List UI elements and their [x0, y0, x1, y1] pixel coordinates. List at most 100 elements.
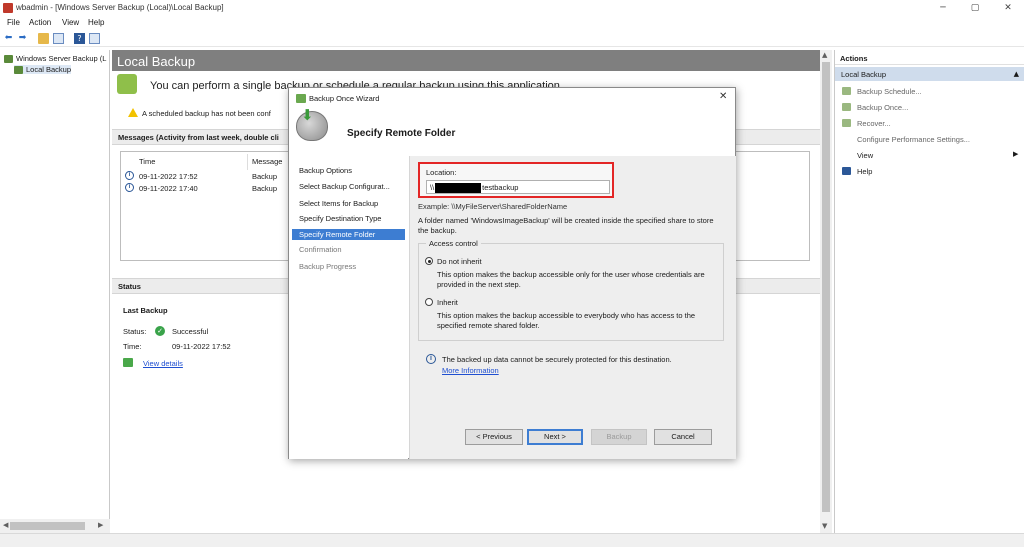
console-tree-icon[interactable] [53, 33, 64, 44]
page-title: Local Backup [112, 50, 820, 71]
tree-hscroll-thumb[interactable] [10, 522, 85, 530]
menu-bar: File Action View Help [0, 16, 1024, 30]
actions-pane: Actions Local Backup ▲ Backup Schedule..… [834, 50, 1024, 533]
info-icon: i [125, 170, 134, 180]
backup-icon [4, 55, 13, 64]
column-time[interactable]: Time [139, 157, 155, 166]
step-backup-progress: Backup Progress [299, 262, 357, 271]
action-backup-schedule[interactable]: Backup Schedule... [857, 87, 922, 96]
console-tree: Windows Server Backup (L Local Backup ◀ … [0, 50, 110, 533]
row-time: 09-11-2022 17:40 [139, 184, 198, 193]
step-specify-remote-folder[interactable]: Specify Remote Folder [292, 229, 405, 240]
backup-once-icon [842, 103, 851, 111]
table-row[interactable]: i 09-11-2022 17:52 Backup [125, 170, 295, 182]
close-icon[interactable]: ✕ [719, 91, 727, 102]
action-help[interactable]: Help [857, 167, 872, 176]
close-icon[interactable]: ✕ [1002, 2, 1014, 14]
access-control-legend: Access control [426, 239, 481, 248]
view-details-icon [123, 358, 133, 367]
scroll-down-icon[interactable]: ▼ [822, 522, 827, 530]
panel-icon[interactable] [89, 33, 100, 44]
scroll-left-icon[interactable]: ◀ [3, 521, 8, 529]
menu-help[interactable]: Help [88, 18, 104, 27]
recover-icon [842, 119, 851, 127]
location-example: Example: \\MyFileServer\SharedFolderName [418, 202, 568, 211]
status-value: Successful [172, 327, 209, 336]
table-row[interactable]: i 09-11-2022 17:40 Backup [125, 182, 295, 194]
wizard-heading: Specify Remote Folder [347, 128, 456, 139]
window-title: wbadmin - [Windows Server Backup (Local)… [16, 3, 224, 12]
security-info: The backed up data cannot be securely pr… [442, 355, 672, 364]
time-label: Time: [123, 342, 142, 351]
action-view[interactable]: View [857, 151, 873, 160]
location-prefix: \\ [430, 183, 435, 192]
scroll-right-icon[interactable]: ▶ [98, 521, 103, 529]
time-value: 09-11-2022 17:52 [172, 342, 231, 351]
row-time: 09-11-2022 17:52 [139, 172, 198, 181]
main-vscroll-thumb[interactable] [822, 62, 830, 512]
up-folder-icon[interactable] [38, 33, 49, 44]
wizard-steps: Backup Options Select Backup Configurat.… [289, 156, 408, 459]
action-backup-once[interactable]: Backup Once... [857, 103, 908, 112]
tree-local-backup[interactable]: Local Backup [14, 65, 72, 75]
status-label: Status: [123, 327, 147, 336]
access-control-group: Access control Do not inherit This optio… [418, 239, 724, 341]
main-vscroll[interactable]: ▲ ▼ [820, 50, 832, 533]
back-arrow-icon[interactable]: ⬅ [3, 33, 14, 44]
warning-icon [128, 108, 138, 117]
menu-view[interactable]: View [62, 18, 79, 27]
menu-action[interactable]: Action [29, 18, 51, 27]
do-not-inherit-radio[interactable] [425, 257, 433, 265]
tree-child-label: Local Backup [26, 65, 72, 74]
tree-hscroll[interactable]: ◀ ▶ [0, 519, 110, 533]
step-confirmation: Confirmation [299, 245, 342, 254]
more-information-link[interactable]: More Information [442, 366, 499, 375]
backup-icon [14, 66, 23, 75]
help-icon [842, 167, 851, 175]
row-message: Backup [252, 184, 278, 193]
minimize-icon[interactable]: ─ [937, 2, 949, 14]
actions-section-local-backup[interactable]: Local Backup ▲ [835, 67, 1024, 81]
action-recover[interactable]: Recover... [857, 119, 891, 128]
forward-arrow-icon[interactable]: ➡ [17, 33, 28, 44]
status-bar [0, 533, 1024, 547]
step-backup-options[interactable]: Backup Options [297, 165, 407, 176]
collapse-icon[interactable]: ▲ [1014, 70, 1019, 78]
maximize-icon[interactable]: ▢ [969, 2, 981, 14]
toolbar: ⬅ ➡ ? [0, 30, 1024, 47]
inherit-description: This option makes the backup accessible … [437, 311, 696, 330]
info-icon: i [426, 354, 436, 364]
backup-button: Backup [591, 429, 647, 445]
download-arrow-icon: ⬇ [301, 106, 314, 124]
info-icon: i [125, 182, 134, 192]
do-not-inherit-label[interactable]: Do not inherit [437, 257, 482, 266]
view-details-link[interactable]: View details [143, 359, 183, 368]
next-button[interactable]: Next > [527, 429, 583, 445]
title-bar: wbadmin - [Windows Server Backup (Local)… [0, 0, 1024, 16]
backup-once-wizard: Backup Once Wizard ✕ ⬇ Specify Remote Fo… [288, 87, 736, 459]
submenu-arrow-icon: ▶ [1013, 150, 1019, 158]
menu-file[interactable]: File [7, 18, 20, 27]
step-destination-type[interactable]: Specify Destination Type [297, 213, 407, 224]
redacted-block [435, 183, 482, 194]
warning-text: A scheduled backup has not been conf [142, 109, 271, 118]
row-message: Backup [252, 172, 278, 181]
last-backup-heading: Last Backup [123, 306, 168, 315]
step-select-backup-configuration[interactable]: Select Backup Configurat... [297, 181, 407, 192]
cancel-button[interactable]: Cancel [654, 429, 712, 445]
backup-schedule-icon [842, 87, 851, 95]
tree-root[interactable]: Windows Server Backup (L [4, 54, 106, 64]
action-configure-performance[interactable]: Configure Performance Settings... [857, 135, 970, 144]
location-input[interactable]: \\ testbackup [426, 180, 610, 194]
location-suffix: testbackup [482, 183, 519, 192]
inherit-radio[interactable] [425, 298, 433, 306]
scroll-up-icon[interactable]: ▲ [822, 51, 827, 59]
column-message[interactable]: Message [252, 157, 282, 166]
step-select-items[interactable]: Select Items for Backup [297, 198, 407, 209]
previous-button[interactable]: < Previous [465, 429, 523, 445]
help-icon[interactable]: ? [74, 33, 85, 44]
actions-title: Actions [835, 52, 1024, 65]
actions-section-label: Local Backup [841, 70, 887, 79]
location-highlight: Location: \\ testbackup [418, 162, 614, 198]
inherit-label[interactable]: Inherit [437, 298, 458, 307]
